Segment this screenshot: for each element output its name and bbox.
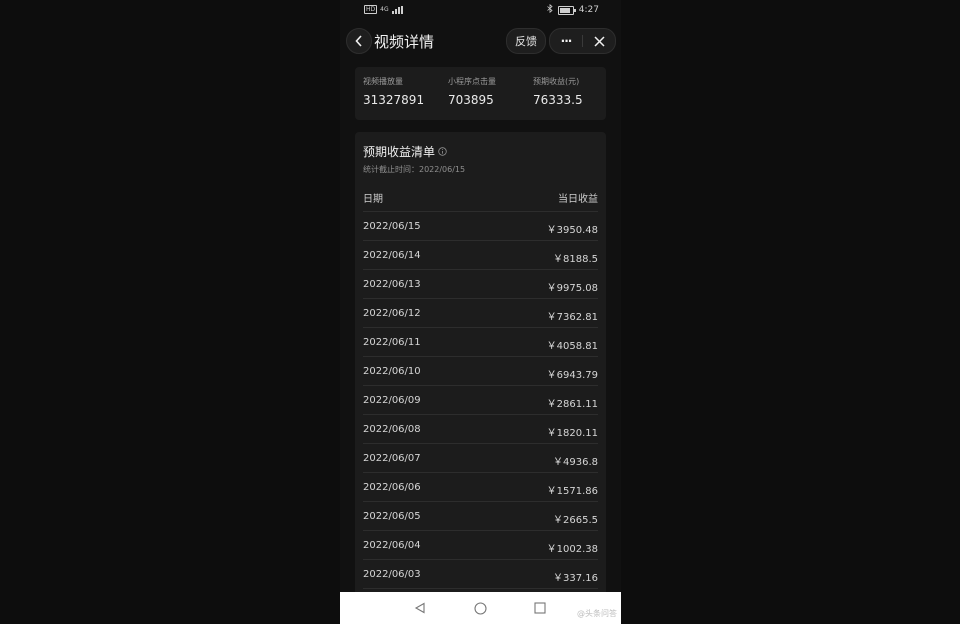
triangle-back-icon: [414, 602, 425, 614]
feedback-button[interactable]: 反馈: [506, 28, 546, 54]
table-row: 2022/06/03 ￥337.16: [363, 560, 598, 589]
row-date: 2022/06/05: [363, 511, 421, 522]
mini-program-capsule: ···: [549, 28, 616, 54]
battery-icon: [557, 5, 576, 15]
hd-badge: HD: [364, 5, 378, 14]
more-button[interactable]: ···: [550, 29, 582, 53]
back-nav-button[interactable]: [412, 600, 428, 616]
row-amount: ￥337.16: [553, 573, 598, 584]
row-amount: ￥8188.5: [553, 254, 598, 265]
stat-expected-revenue: 预期收益(元) 76333.5: [533, 76, 583, 107]
row-date: 2022/06/07: [363, 453, 421, 464]
nav-bar: 视频详情 反馈 ···: [340, 26, 621, 56]
revenue-title: 预期收益清单: [363, 145, 436, 159]
table-row: 2022/06/07 ￥4936.8: [363, 444, 598, 473]
row-date: 2022/06/13: [363, 279, 421, 290]
row-amount: ￥1571.86: [546, 486, 598, 497]
table-row: 2022/06/10 ￥6943.79: [363, 357, 598, 386]
row-amount: ￥3950.48: [546, 225, 598, 236]
row-amount: ￥4936.8: [553, 457, 598, 468]
phone-screen: HD 4G 4:27 视频详情 反馈 ··· 视频播放量 31327891 小程…: [340, 0, 621, 624]
home-nav-button[interactable]: [472, 600, 488, 616]
stat-value: 31327891: [363, 93, 425, 107]
revenue-rows: 2022/06/15 ￥3950.48 2022/06/14 ￥8188.5 2022/…: [363, 212, 598, 589]
row-date: 2022/06/04: [363, 540, 421, 551]
row-date: 2022/06/14: [363, 250, 421, 261]
revenue-subtitle: 统计截止时间：2022/06/15: [363, 165, 466, 174]
network-label: 4G: [380, 6, 389, 13]
row-amount: ￥2665.5: [553, 515, 598, 526]
revenue-list-card: 预期收益清单 统计截止时间：2022/06/15 日期 当日收益 2022/06…: [355, 132, 606, 602]
row-date: 2022/06/10: [363, 366, 421, 377]
table-row: 2022/06/13 ￥9975.08: [363, 270, 598, 299]
table-row: 2022/06/14 ￥8188.5: [363, 241, 598, 270]
stat-label: 小程序点击量: [448, 77, 496, 86]
row-amount: ￥7362.81: [546, 312, 598, 323]
stat-value: 703895: [448, 93, 494, 107]
close-icon: [593, 35, 605, 47]
clock: 4:27: [578, 5, 599, 15]
close-button[interactable]: [583, 29, 615, 53]
col-amount-header: 当日收益: [558, 194, 598, 205]
info-icon[interactable]: [438, 147, 447, 156]
more-icon: ···: [560, 34, 573, 48]
table-row: 2022/06/11 ￥4058.81: [363, 328, 598, 357]
col-date-header: 日期: [363, 194, 383, 205]
table-row: 2022/06/05 ￥2665.5: [363, 502, 598, 531]
stat-click-count: 小程序点击量 703895: [448, 76, 496, 107]
recents-nav-button[interactable]: [532, 600, 548, 616]
signal-icon: [391, 5, 403, 14]
row-date: 2022/06/09: [363, 395, 421, 406]
table-row: 2022/06/08 ￥1820.11: [363, 415, 598, 444]
chevron-left-icon: [355, 35, 362, 47]
stat-label: 视频播放量: [363, 77, 403, 86]
stats-card: 视频播放量 31327891 小程序点击量 703895 预期收益(元) 763…: [355, 67, 606, 120]
status-bar: HD 4G 4:27: [340, 0, 621, 20]
watermark: @头条问答: [577, 609, 617, 618]
table-header: 日期 当日收益: [363, 190, 598, 210]
row-date: 2022/06/03: [363, 569, 421, 580]
home-circle-icon: [473, 601, 487, 615]
row-amount: ￥6943.79: [546, 370, 598, 381]
back-button[interactable]: [346, 28, 372, 54]
table-row: 2022/06/12 ￥7362.81: [363, 299, 598, 328]
table-row: 2022/06/09 ￥2861.11: [363, 386, 598, 415]
table-row: 2022/06/04 ￥1002.38: [363, 531, 598, 560]
recents-square-icon: [534, 602, 546, 614]
table-row: 2022/06/15 ￥3950.48: [363, 212, 598, 241]
row-amount: ￥2861.11: [546, 399, 598, 410]
stat-value: 76333.5: [533, 93, 583, 107]
stat-play-count: 视频播放量 31327891: [363, 76, 424, 107]
row-amount: ￥4058.81: [546, 341, 598, 352]
row-amount: ￥1002.38: [546, 544, 598, 555]
row-date: 2022/06/12: [363, 308, 421, 319]
row-date: 2022/06/11: [363, 337, 421, 348]
bluetooth-icon: [547, 3, 553, 16]
row-date: 2022/06/15: [363, 221, 421, 232]
page-title: 视频详情: [374, 33, 435, 51]
android-nav-bar: @头条问答: [340, 592, 621, 624]
row-date: 2022/06/08: [363, 424, 421, 435]
row-date: 2022/06/06: [363, 482, 421, 493]
row-amount: ￥1820.11: [546, 428, 598, 439]
stat-label: 预期收益(元): [533, 77, 580, 86]
row-amount: ￥9975.08: [546, 283, 598, 294]
table-row: 2022/06/06 ￥1571.86: [363, 473, 598, 502]
